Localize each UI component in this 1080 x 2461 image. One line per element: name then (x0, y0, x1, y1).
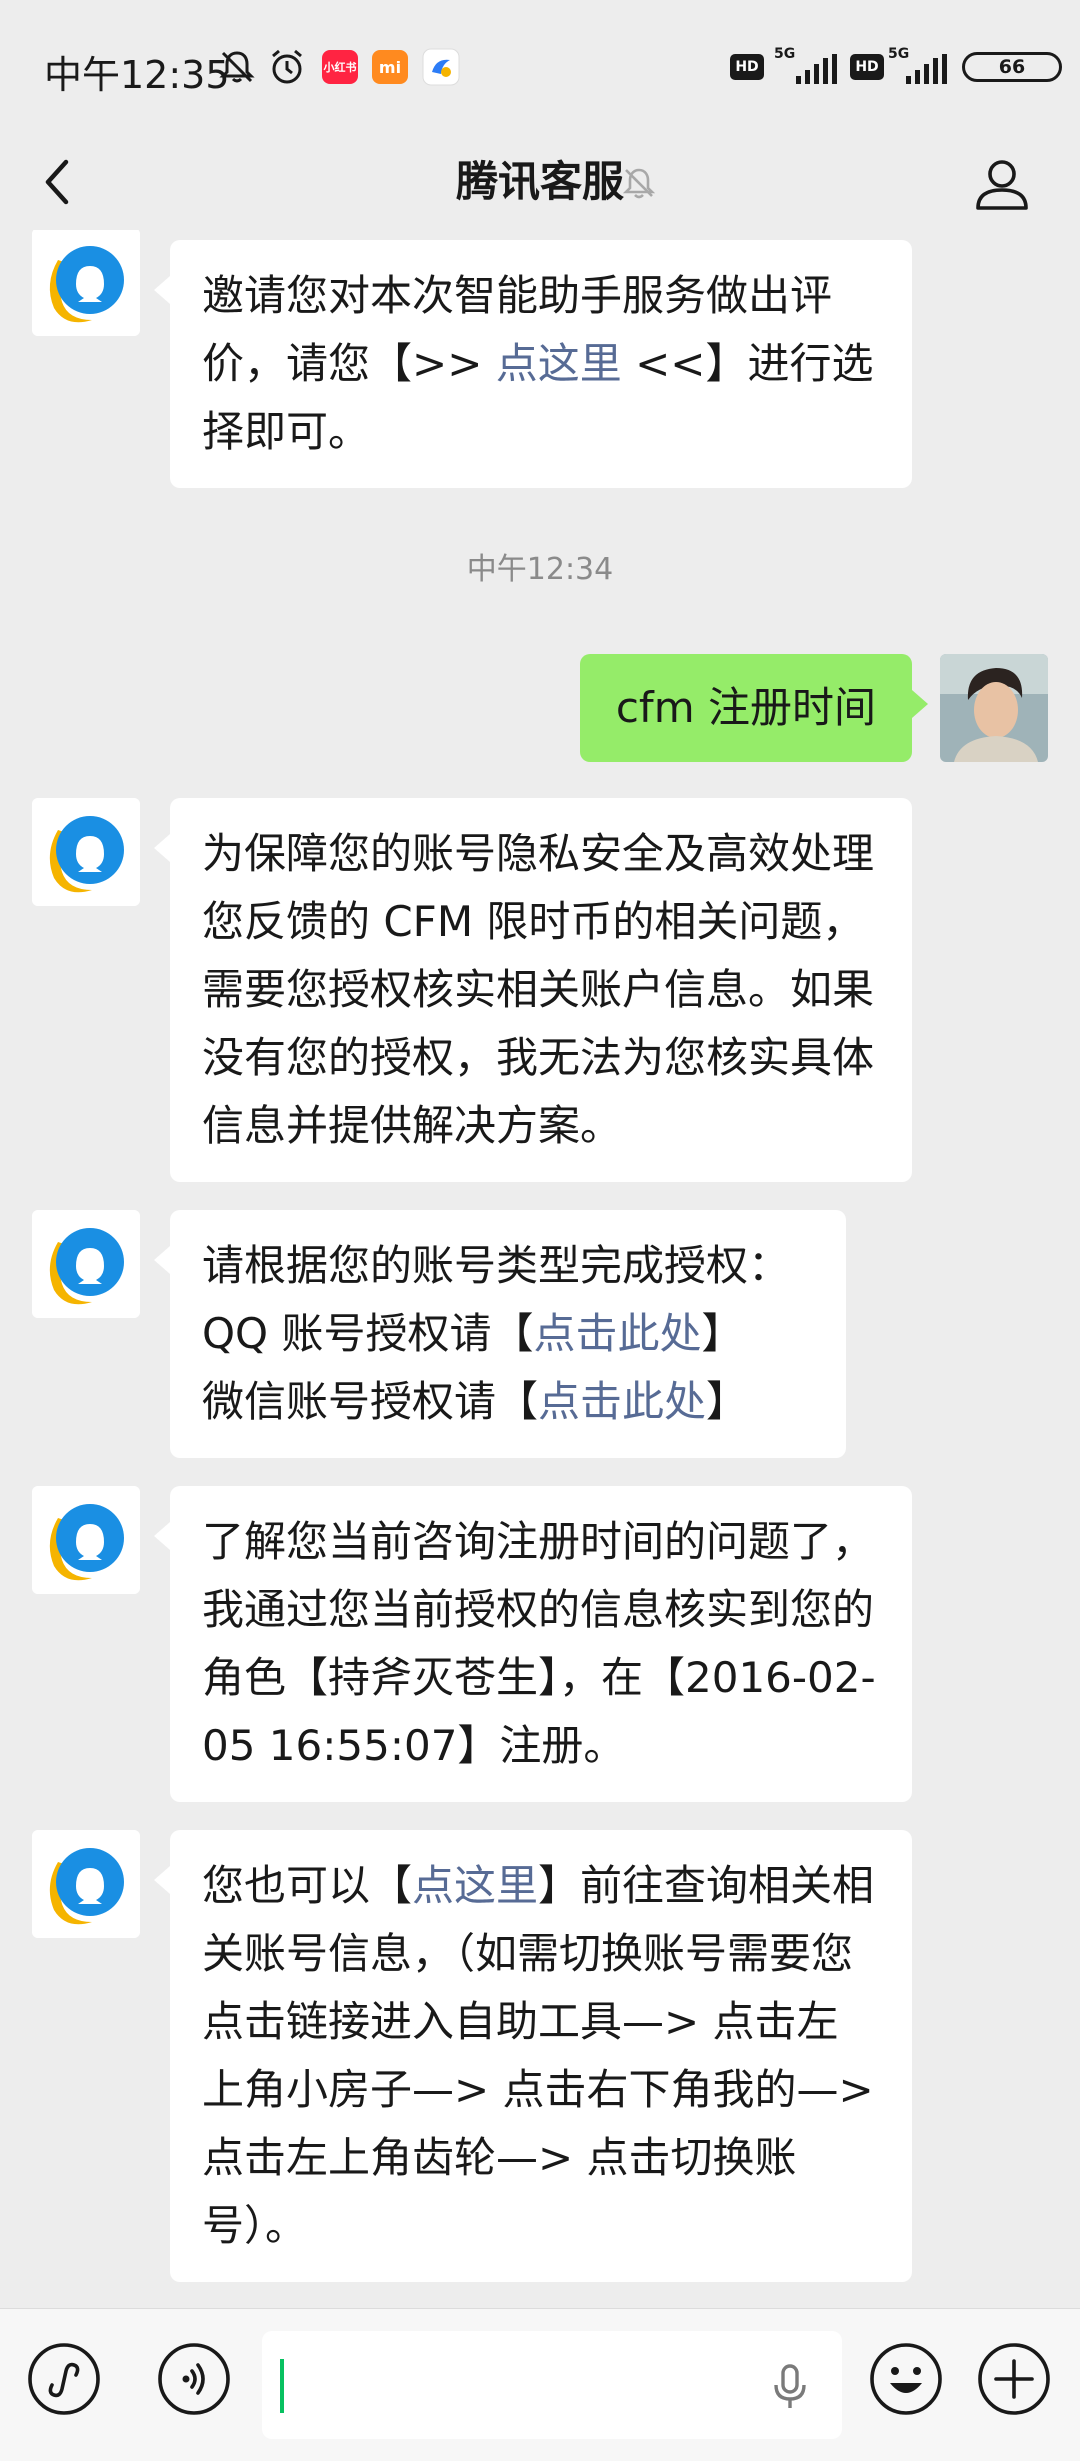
mute-bell-icon (622, 168, 656, 199)
hd-badge-1: HD (730, 54, 764, 80)
qq-auth-line: QQ 账号授权请【点击此处】 (202, 1309, 744, 1358)
message-bubble-1: 邀请您对本次智能助手服务做出评价，请您【>> 点这里 <<】进行选择即可。 (154, 240, 912, 488)
xiaohongshu-app-icon: 小红书 (322, 50, 358, 84)
bell-off-icon (219, 51, 255, 83)
profile-icon[interactable] (970, 152, 1034, 216)
status-time: 中午12:35 (44, 53, 230, 97)
hd-badge-2: HD (850, 54, 884, 80)
message-bubble-4: 了解您当前咨询注册时间的问题了，我通过您当前授权的信息核实到您的角色【持斧灭苍生… (154, 1486, 912, 1802)
message-bubble-3: 请根据您的账号类型完成授权： QQ 账号授权请【点击此处】 微信账号授权请【点击… (154, 1210, 846, 1458)
bot-avatar-icon[interactable] (32, 798, 140, 906)
mini-program-icon[interactable] (26, 2341, 102, 2417)
status-bar: 中午12:35 小红书 mi HD 5G HD 5G 66 (0, 0, 1080, 134)
message-input[interactable] (262, 2331, 842, 2439)
message-bubble-2: 为保障您的账号隐私安全及高效处理您反馈的 CFM 限时币的相关问题，需要您授权核… (154, 798, 912, 1182)
user-avatar[interactable] (940, 654, 1048, 762)
network-label-1: 5G (774, 46, 796, 62)
bot-avatar-icon[interactable] (32, 1210, 140, 1318)
chat-messages[interactable]: 邀请您对本次智能助手服务做出评价，请您【>> 点这里 <<】进行选择即可。 中午… (0, 230, 1080, 2308)
text-caret (280, 2359, 284, 2413)
microphone-icon[interactable] (768, 2363, 812, 2411)
rate-link[interactable]: 点这里 (496, 339, 622, 388)
mi-store-app-icon: mi (372, 50, 408, 84)
bot-avatar-icon[interactable] (32, 1486, 140, 1594)
battery-indicator: 66 (962, 52, 1062, 82)
plus-icon[interactable] (976, 2341, 1052, 2417)
message-text: 您也可以【 (202, 1861, 413, 1910)
message-text: 了解您当前咨询注册时间的问题了，我通过您当前授权的信息核实到您的角色【持斧灭苍生… (202, 1517, 876, 1770)
timestamp: 中午12:34 (466, 552, 614, 587)
query-link[interactable]: 点这里 (412, 1861, 538, 1910)
auth-prompt-line: 请根据您的账号类型完成授权： (202, 1241, 791, 1290)
chat-title: 腾讯客服 (455, 157, 624, 206)
wechat-auth-line: 微信账号授权请【点击此处】 (202, 1377, 749, 1426)
app-notification-icon (422, 48, 460, 86)
input-bar (0, 2308, 1080, 2461)
bot-avatar-icon[interactable] (32, 230, 140, 336)
alarm-icon (272, 49, 302, 84)
qq-auth-link[interactable]: 点击此处 (533, 1309, 701, 1358)
message-bubble-5: 您也可以【点这里】前往查询相关相关账号信息，（如需切换账号需要您点击链接进入自助… (154, 1830, 912, 2282)
signal-icon-1 (796, 54, 837, 84)
voice-icon[interactable] (156, 2341, 232, 2417)
bot-avatar-icon[interactable] (32, 1830, 140, 1938)
wechat-auth-link[interactable]: 点击此处 (538, 1377, 706, 1426)
emoji-icon[interactable] (868, 2341, 944, 2417)
message-text: 为保障您的账号隐私安全及高效处理您反馈的 CFM 限时币的相关问题，需要您授权核… (202, 829, 875, 1150)
message-text: 】前往查询相关相关账号信息，（如需切换账号需要您点击链接进入自助工具—> 点击左… (202, 1861, 875, 2250)
user-message-bubble: cfm 注册时间 (579, 654, 929, 762)
chat-header: 腾讯客服 (0, 134, 1080, 230)
signal-icon-2 (906, 54, 947, 84)
